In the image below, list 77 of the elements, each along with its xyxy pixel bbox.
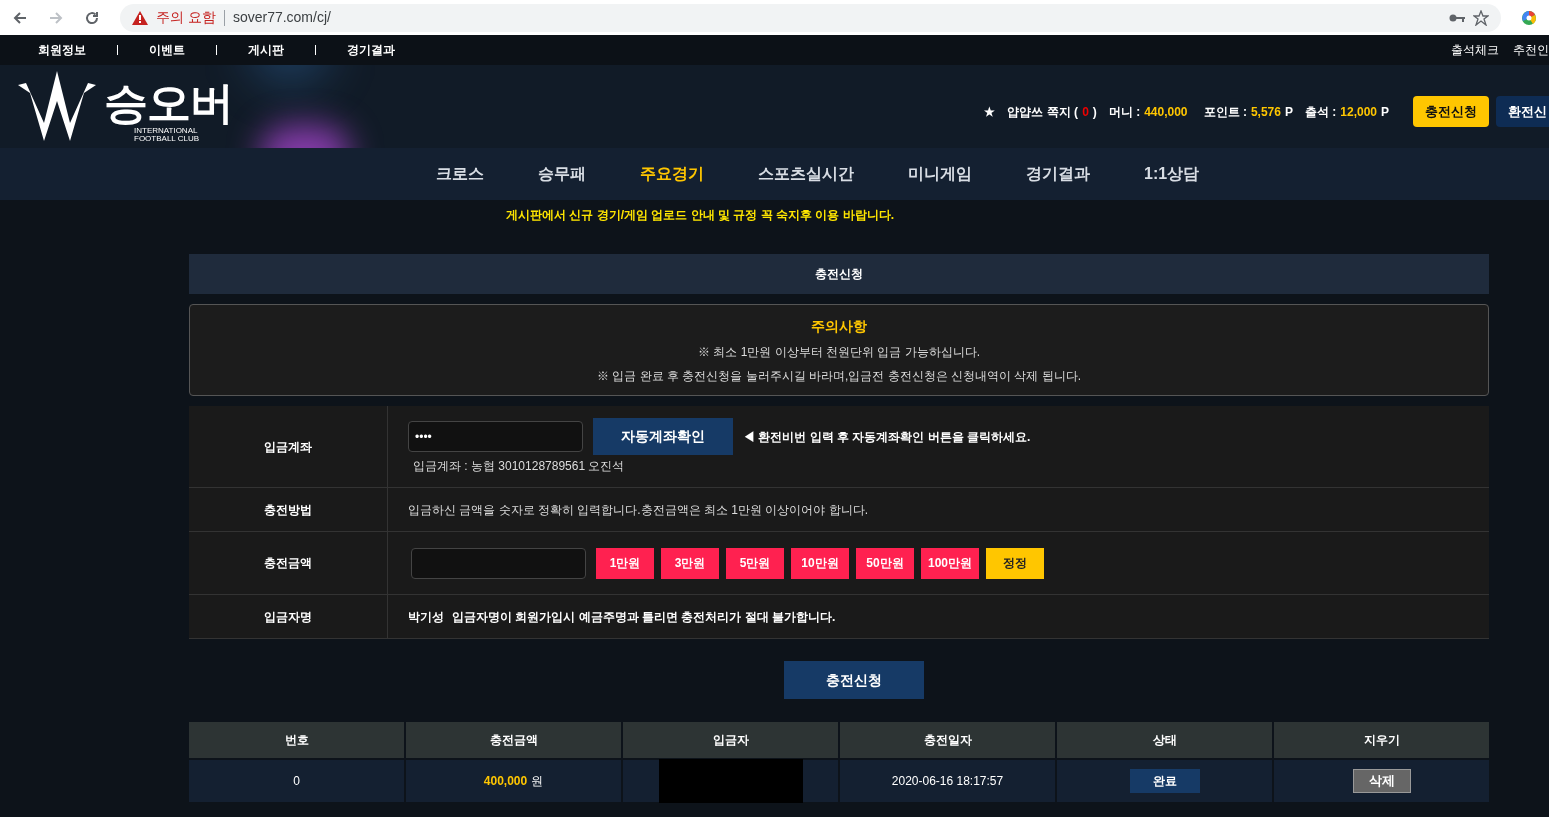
nav-tab[interactable]: 1:1상담 bbox=[1144, 162, 1200, 186]
back-icon[interactable] bbox=[12, 9, 28, 26]
messages-label: ) bbox=[1092, 103, 1097, 121]
message-count: 0 bbox=[1082, 103, 1089, 121]
amount-field[interactable] bbox=[411, 547, 586, 579]
form-label: 충전방법 bbox=[264, 501, 312, 519]
key-icon[interactable] bbox=[1449, 12, 1465, 23]
attendance-value: 12,000 bbox=[1340, 103, 1377, 121]
extension-icon[interactable] bbox=[1521, 9, 1537, 26]
nav-tab[interactable]: 스포츠실시간 bbox=[758, 162, 854, 186]
nav-tab[interactable]: 경기결과 bbox=[1026, 162, 1090, 186]
hint-text: ◀ 환전비번 입력 후 자동계좌확인 버튼을 클릭하세요. bbox=[743, 428, 1031, 446]
top-right-link[interactable]: 출석체크 bbox=[1451, 41, 1499, 59]
amount-value: 400,000 bbox=[483, 773, 528, 790]
form-label: 입금자명 bbox=[264, 608, 312, 626]
url-text: sover77.com/cj/ bbox=[232, 8, 331, 27]
amount-button[interactable]: 10만원 bbox=[791, 547, 849, 579]
status-badge: 완료 bbox=[1129, 769, 1200, 793]
column-header: 충전일자 bbox=[840, 722, 1055, 758]
address-bar[interactable]: 주의 요함 sover77.com/cj/ bbox=[120, 3, 1501, 32]
form-label: 입금계좌 bbox=[264, 438, 312, 456]
logo-title: 승오버 bbox=[104, 80, 233, 125]
caution-title: 주의사항 bbox=[811, 316, 867, 336]
points-label: 포인트 : bbox=[1203, 103, 1247, 121]
caution-text: ※ 최소 1만원 이상부터 천원단위 입금 가능하십니다. bbox=[698, 343, 980, 361]
nav-tab[interactable]: 주요경기 bbox=[640, 162, 704, 186]
amount-button[interactable]: 5만원 bbox=[726, 547, 784, 579]
reload-icon[interactable] bbox=[84, 9, 100, 26]
method-text: 입금하신 금액을 숫자로 정확히 입력합니다.충전금액은 최소 1만원 이상이어야 합니다. bbox=[408, 501, 869, 519]
money-value: 440,000 bbox=[1144, 103, 1188, 121]
column-header: 입금자 bbox=[623, 722, 838, 758]
warning-icon bbox=[132, 10, 148, 25]
nav-tab[interactable]: 승무패 bbox=[538, 162, 586, 186]
top-right-link[interactable]: 추천인 bbox=[1513, 41, 1549, 59]
account-check-button[interactable]: 자동계좌확인 bbox=[593, 418, 733, 455]
points-unit: P bbox=[1284, 103, 1293, 121]
username: 얍얍쓰 bbox=[1006, 103, 1043, 121]
reset-button[interactable]: 정정 bbox=[986, 547, 1044, 579]
attendance-label: 출석 : bbox=[1304, 103, 1337, 121]
security-warning: 주의 요함 bbox=[156, 8, 216, 27]
section-title: 충전신청 bbox=[815, 266, 863, 283]
form-label: 충전금액 bbox=[264, 555, 312, 572]
amount-button[interactable]: 1만원 bbox=[596, 547, 654, 579]
star-icon[interactable] bbox=[1473, 9, 1489, 26]
top-nav-link[interactable]: 경기결과 bbox=[347, 41, 395, 59]
caution-text: ※ 입금 완료 후 충전신청을 눌러주시길 바라며,입금전 충전신청은 신청내역이 삭제 됩니다. bbox=[597, 367, 1081, 385]
table-cell-text: 2020-06-16 18:17:57 bbox=[891, 773, 1004, 790]
password-field[interactable]: •••• bbox=[408, 421, 583, 452]
logo-subtitle: INTERNATIONAL bbox=[134, 126, 199, 135]
header-button[interactable]: 충전신청 bbox=[1413, 96, 1489, 127]
messages-label: 쪽지 ( bbox=[1046, 103, 1079, 121]
column-header: 번호 bbox=[189, 722, 404, 758]
top-nav-link[interactable]: 게시판 bbox=[248, 41, 284, 59]
delete-button[interactable]: 삭제 bbox=[1352, 769, 1411, 793]
amount-button[interactable]: 50만원 bbox=[856, 547, 914, 579]
account-info: 입금계좌 : 농협 3010128789561 오진석 bbox=[413, 458, 626, 475]
depositor-name: 박기성 bbox=[408, 608, 444, 626]
star-icon: ★ bbox=[983, 102, 995, 121]
nav-tab[interactable]: 크로스 bbox=[436, 162, 484, 186]
nav-tab[interactable]: 미니게임 bbox=[908, 162, 972, 186]
table-cell-text: 0 bbox=[293, 773, 300, 790]
depositor-note: 입금자명이 회원가입시 예금주명과 틀리면 충전처리가 절대 불가합니다. bbox=[452, 608, 836, 626]
money-label: 머니 : bbox=[1108, 103, 1141, 121]
column-header: 상태 bbox=[1057, 722, 1272, 758]
logo-subtitle: FOOTBALL CLUB bbox=[134, 134, 201, 143]
top-nav-link[interactable]: 이벤트 bbox=[149, 41, 185, 59]
column-header: 충전금액 bbox=[406, 722, 621, 758]
attendance-unit: P bbox=[1381, 103, 1389, 121]
column-header: 지우기 bbox=[1274, 722, 1489, 758]
notice-text: 게시판에서 신규 경기/게임 업로드 안내 및 규정 꼭 숙지후 이용 바랍니다. bbox=[506, 207, 894, 224]
header-button[interactable]: 환전신 bbox=[1496, 96, 1549, 127]
points-value: 5,576 bbox=[1250, 103, 1281, 121]
amount-unit: 원 bbox=[531, 773, 544, 790]
submit-button[interactable]: 충전신청 bbox=[784, 661, 924, 699]
top-nav-link[interactable]: 회원정보 bbox=[38, 41, 86, 59]
amount-button[interactable]: 3만원 bbox=[661, 547, 719, 579]
amount-button[interactable]: 100만원 bbox=[921, 547, 979, 579]
